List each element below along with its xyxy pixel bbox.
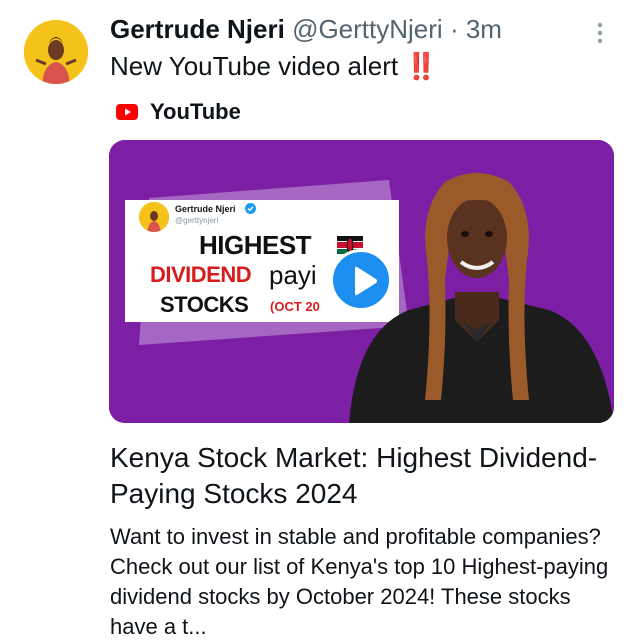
link-source[interactable]: YouTube: [116, 98, 241, 126]
link-card-title[interactable]: Kenya Stock Market: Highest Dividend-Pay…: [110, 440, 610, 512]
thumbnail-avatar: [139, 202, 169, 232]
thumbnail-headline-3a: STOCKS: [160, 292, 249, 317]
youtube-logo-icon: [116, 104, 138, 120]
link-card-description: Want to invest in stable and profitable …: [110, 524, 609, 639]
presenter-image: [349, 173, 614, 423]
alert-emoji: ‼️: [405, 51, 437, 81]
thumbnail-author-name: Gertrude Njeri: [175, 204, 236, 214]
thumbnail-author-handle: @gerttynjeri: [175, 216, 219, 225]
tweet-text: New YouTube video alert ‼️: [110, 51, 438, 82]
separator-dot: ·: [449, 14, 459, 44]
tweet-body: New YouTube video alert: [110, 51, 399, 81]
tweet-header: Gertrude Njeri @GerttyNjeri · 3m: [110, 14, 502, 45]
avatar-image: [24, 20, 88, 84]
tweet-timestamp[interactable]: 3m: [466, 14, 502, 44]
source-label: YouTube: [150, 99, 241, 124]
thumbnail-headline-2b: payi: [269, 260, 317, 290]
more-options-icon[interactable]: [592, 20, 608, 46]
video-thumbnail-card[interactable]: Gertrude Njeri @gerttynjeri HIGHEST DIVI…: [109, 140, 614, 423]
thumbnail-headline-1: HIGHEST: [199, 230, 312, 260]
author-name[interactable]: Gertrude Njeri: [110, 14, 285, 44]
author-handle[interactable]: @GerttyNjeri: [292, 14, 443, 44]
verified-badge-icon: [245, 203, 256, 214]
author-avatar[interactable]: [24, 20, 88, 84]
thumbnail-headline-2a: DIVIDEND: [150, 262, 252, 287]
